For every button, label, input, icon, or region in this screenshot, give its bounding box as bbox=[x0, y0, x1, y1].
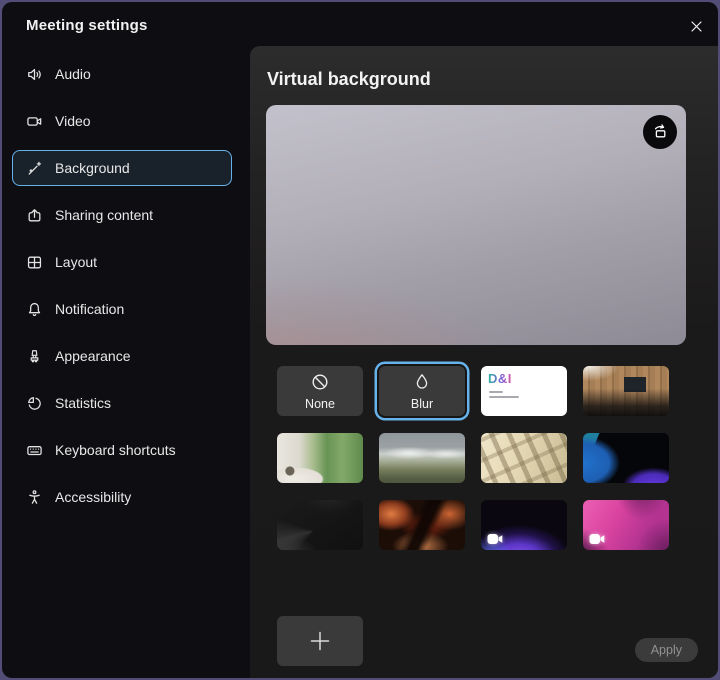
sidebar-item-statistics[interactable]: Statistics bbox=[12, 385, 232, 421]
close-button[interactable] bbox=[684, 14, 708, 38]
background-option-blur[interactable]: Blur bbox=[379, 366, 465, 416]
settings-panel: Virtual background None Blur D&I bbox=[250, 46, 718, 678]
sidebar-item-layout[interactable]: Layout bbox=[12, 244, 232, 280]
flip-camera-icon bbox=[650, 122, 670, 142]
dni-logo-subtext-line bbox=[489, 396, 519, 398]
sidebar-item-label: Layout bbox=[55, 254, 97, 270]
background-option-office-room[interactable] bbox=[583, 366, 669, 416]
background-option-pink-swirl[interactable] bbox=[583, 500, 669, 550]
droplet-icon bbox=[412, 372, 432, 397]
tile-label: Blur bbox=[411, 398, 433, 411]
sidebar-item-label: Sharing content bbox=[55, 207, 153, 223]
pie-chart-icon bbox=[26, 395, 43, 412]
prohibited-icon bbox=[310, 372, 330, 397]
sidebar-item-audio[interactable]: Audio bbox=[12, 56, 232, 92]
video-camera-icon bbox=[26, 113, 43, 130]
plus-icon bbox=[307, 628, 333, 654]
sidebar-item-label: Statistics bbox=[55, 395, 111, 411]
accessibility-icon bbox=[26, 489, 43, 506]
background-option-living-room[interactable] bbox=[277, 433, 363, 483]
background-option-purple-glow[interactable] bbox=[481, 500, 567, 550]
background-option-d-and-i-logo[interactable]: D&I bbox=[481, 366, 567, 416]
background-option-lava-texture[interactable] bbox=[379, 500, 465, 550]
virtual-background-heading: Virtual background bbox=[267, 69, 431, 90]
flip-camera-button[interactable] bbox=[643, 115, 677, 149]
bell-icon bbox=[26, 301, 43, 318]
share-content-icon bbox=[26, 207, 43, 224]
paintbrush-icon bbox=[26, 348, 43, 365]
sidebar-item-video[interactable]: Video bbox=[12, 103, 232, 139]
sidebar-item-label: Keyboard shortcuts bbox=[55, 442, 176, 458]
background-grid: None Blur D&I bbox=[277, 366, 669, 550]
background-option-blurred-mountains[interactable] bbox=[379, 433, 465, 483]
sidebar-item-sharing-content[interactable]: Sharing content bbox=[12, 197, 232, 233]
title-bar: Meeting settings bbox=[2, 2, 718, 48]
background-option-window-light[interactable] bbox=[481, 433, 567, 483]
settings-sidebar: Audio Video Background Sharing content L… bbox=[12, 56, 232, 526]
background-option-dark-waves[interactable] bbox=[277, 500, 363, 550]
keyboard-icon bbox=[26, 442, 43, 459]
layout-grid-icon bbox=[26, 254, 43, 271]
close-icon bbox=[689, 19, 704, 34]
sidebar-item-label: Background bbox=[55, 160, 130, 176]
sidebar-item-label: Appearance bbox=[55, 348, 131, 364]
sidebar-item-label: Audio bbox=[55, 66, 91, 82]
sidebar-item-notification[interactable]: Notification bbox=[12, 291, 232, 327]
sidebar-item-label: Video bbox=[55, 113, 91, 129]
sidebar-item-keyboard-shortcuts[interactable]: Keyboard shortcuts bbox=[12, 432, 232, 468]
sidebar-item-appearance[interactable]: Appearance bbox=[12, 338, 232, 374]
apply-button[interactable]: Apply bbox=[635, 638, 698, 662]
video-camera-badge-icon bbox=[589, 532, 605, 544]
video-camera-badge-icon bbox=[487, 532, 503, 544]
magic-wand-icon bbox=[26, 160, 43, 177]
camera-preview bbox=[266, 105, 686, 345]
dni-logo-text: D&I bbox=[488, 371, 512, 386]
tile-label: None bbox=[305, 398, 335, 411]
speaker-icon bbox=[26, 66, 43, 83]
sidebar-item-background[interactable]: Background bbox=[12, 150, 232, 186]
sidebar-item-accessibility[interactable]: Accessibility bbox=[12, 479, 232, 515]
dni-logo-subtext-line bbox=[489, 391, 503, 393]
add-background-button[interactable] bbox=[277, 616, 363, 666]
sidebar-item-label: Accessibility bbox=[55, 489, 131, 505]
background-option-none[interactable]: None bbox=[277, 366, 363, 416]
page-title: Meeting settings bbox=[26, 17, 148, 34]
meeting-settings-dialog: Meeting settings Audio Video Background … bbox=[2, 2, 718, 678]
background-option-abstract-blue-purple[interactable] bbox=[583, 433, 669, 483]
sidebar-item-label: Notification bbox=[55, 301, 124, 317]
